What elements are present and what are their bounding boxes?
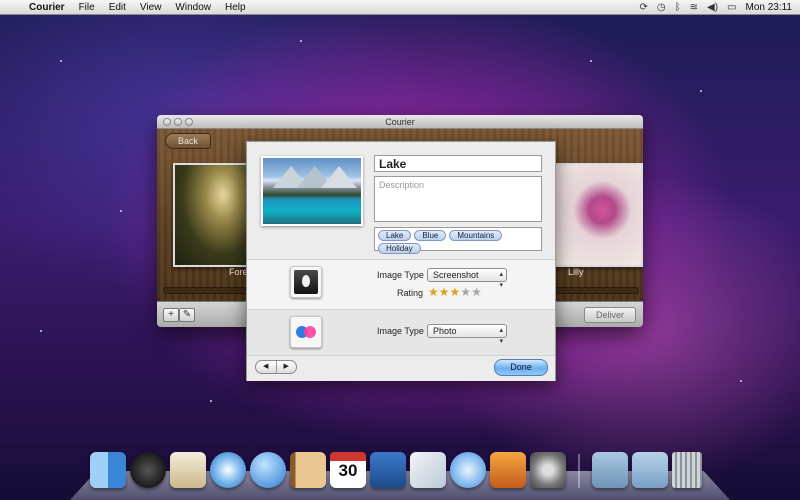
address-book-icon[interactable] (290, 452, 326, 488)
deliver-button[interactable]: Deliver (584, 307, 636, 323)
documents-folder-icon[interactable] (632, 452, 668, 488)
star-dot (300, 40, 302, 42)
dock-separator (578, 454, 580, 488)
title-field[interactable]: Lake (374, 155, 542, 172)
trash-icon[interactable] (672, 452, 702, 488)
sync-icon[interactable]: ⟳ (639, 2, 647, 13)
tag-token[interactable]: Mountains (449, 230, 503, 241)
lake-thumbnail (261, 156, 363, 226)
done-button[interactable]: Done (494, 359, 548, 376)
applications-folder-icon[interactable] (592, 452, 628, 488)
safari-icon[interactable] (210, 452, 246, 488)
battery-icon[interactable]: ▭ (727, 2, 736, 13)
service-row-2: Image Type Photo ▴ ▾ (247, 309, 555, 356)
ical-icon[interactable]: 30 (330, 452, 366, 488)
mail-icon[interactable] (170, 452, 206, 488)
star-icon[interactable]: ★ (428, 286, 439, 298)
photo-label-left: Fore (229, 267, 248, 277)
courier-icon[interactable] (370, 452, 406, 488)
image-type-value-2: Photo (433, 326, 457, 336)
tag-token[interactable]: Blue (414, 230, 447, 241)
back-button[interactable]: Back (165, 133, 211, 149)
menu-file[interactable]: File (72, 2, 102, 13)
updown-arrow-icon: ▴ ▾ (499, 327, 503, 345)
description-field[interactable]: Description (374, 176, 542, 222)
itunes-icon[interactable] (450, 452, 486, 488)
star-icon[interactable]: ★ (450, 286, 461, 298)
ichat-icon[interactable] (250, 452, 286, 488)
system-preferences-icon[interactable] (530, 452, 566, 488)
image-type-label-2: Image Type (377, 326, 424, 336)
menu-bar: Courier File Edit View Window Help ⟳ ◷ ᛒ… (0, 0, 800, 15)
status-area: ⟳ ◷ ᛒ ≋ ◀) ▭ Mon 23:11 (639, 2, 800, 13)
menu-edit[interactable]: Edit (102, 2, 133, 13)
sheet-footer: ◀ ▶ Done (247, 355, 555, 381)
image-type-label: Image Type (377, 270, 424, 280)
star-dot (60, 60, 62, 62)
image-type-select-2[interactable]: Photo ▴ ▾ (427, 324, 507, 345)
nav-segmented-control: ◀ ▶ (255, 360, 297, 374)
image-info-sheet: Lake Description Lake Blue Mountains Hol… (246, 141, 556, 381)
star-dot (120, 210, 122, 212)
star-dot (740, 380, 742, 382)
updown-arrow-icon: ▴ ▾ (499, 271, 503, 289)
add-button[interactable]: + (163, 308, 179, 322)
star-dot (700, 90, 702, 92)
menu-clock[interactable]: Mon 23:11 (745, 2, 792, 13)
service-row-1: Image Type Screenshot ▴ ▾ Rating ★ ★ ★ ★ … (247, 259, 555, 310)
rating-stars[interactable]: ★ ★ ★ ★ ★ (428, 286, 482, 298)
bluetooth-icon[interactable]: ᛒ (675, 2, 681, 13)
volume-icon[interactable]: ◀) (707, 2, 718, 13)
menu-window[interactable]: Window (168, 2, 218, 13)
image-type-select[interactable]: Screenshot ▴ ▾ (427, 268, 507, 289)
flickr-icon (290, 316, 322, 348)
dock: 30 (90, 448, 720, 488)
flame-service-icon (290, 266, 322, 298)
window-titlebar[interactable]: Courier (157, 115, 643, 129)
rating-label: Rating (397, 288, 424, 298)
menu-view[interactable]: View (133, 2, 169, 13)
tag-token[interactable]: Holiday (378, 243, 421, 254)
dashboard-icon[interactable] (130, 452, 166, 488)
edit-button[interactable]: ✎ (179, 308, 195, 322)
next-button[interactable]: ▶ (277, 361, 297, 373)
iphoto-icon[interactable] (490, 452, 526, 488)
photo-forest[interactable] (173, 163, 257, 267)
menu-app-name[interactable]: Courier (22, 2, 72, 13)
previous-button[interactable]: ◀ (256, 361, 277, 373)
finder-icon[interactable] (90, 452, 126, 488)
star-icon[interactable]: ★ (471, 286, 482, 298)
star-icon[interactable]: ★ (439, 286, 450, 298)
tags-field[interactable]: Lake Blue Mountains Holiday (374, 227, 542, 254)
window-title: Courier (385, 116, 415, 127)
time-machine-icon[interactable]: ◷ (657, 2, 666, 13)
star-dot (590, 60, 592, 62)
lake-image (263, 158, 361, 224)
photo-label-right: Lilly (568, 267, 584, 277)
image-type-value: Screenshot (433, 270, 479, 280)
wifi-icon[interactable]: ≋ (690, 2, 698, 13)
star-icon[interactable]: ★ (460, 286, 471, 298)
star-dot (210, 400, 212, 402)
star-dot (40, 330, 42, 332)
photo-lilly[interactable] (553, 163, 643, 267)
tag-token[interactable]: Lake (378, 230, 412, 241)
menu-help[interactable]: Help (218, 2, 253, 13)
preview-icon[interactable] (410, 452, 446, 488)
calendar-day: 30 (338, 461, 358, 480)
